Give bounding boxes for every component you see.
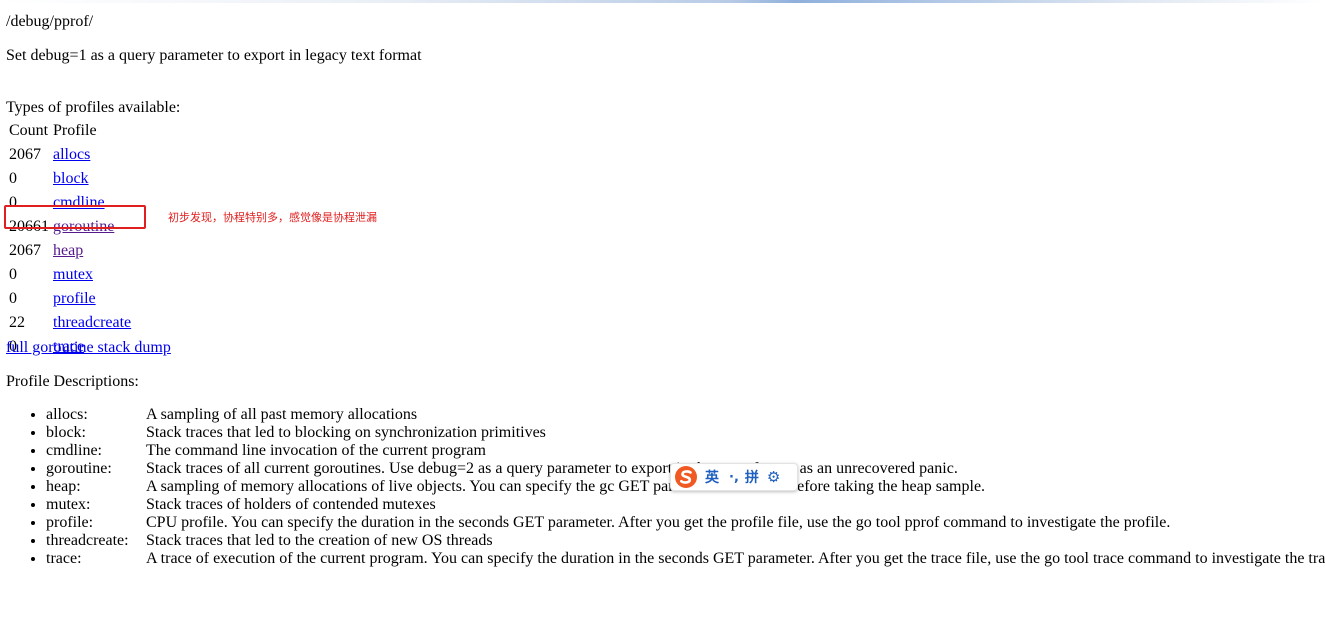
description-text: Stack traces of holders of contended mut… (146, 496, 436, 513)
profile-cell: allocs (52, 144, 132, 166)
table-row: 0 profile (8, 288, 132, 310)
description-key: mutex: (46, 496, 91, 513)
profile-count: 0 (9, 266, 17, 283)
profile-cell: block (52, 168, 132, 190)
description-key: profile: (46, 514, 94, 531)
description-key: block: (46, 424, 86, 441)
profile-link-heap[interactable]: heap (53, 242, 83, 259)
description-text: A sampling of memory allocations of live… (146, 478, 986, 495)
profile-count: 0 (9, 170, 17, 187)
profile-cell: mutex (52, 264, 132, 286)
table-row: 22 threadcreate (8, 312, 132, 334)
profile-cell: threadcreate (52, 312, 132, 334)
table-row: 0 block (8, 168, 132, 190)
gear-icon[interactable]: ⚙ (767, 468, 780, 486)
count-header: Count (9, 122, 49, 139)
profile-link-allocs[interactable]: allocs (53, 146, 90, 163)
descriptions-heading: Profile Descriptions: (6, 373, 139, 390)
goroutine-highlight-box (4, 205, 146, 229)
goroutine-stack-dump-link[interactable]: full goroutine stack dump (6, 339, 171, 356)
ime-toolbar[interactable]: 英 ·, 拼 ⚙ (670, 463, 798, 491)
ime-punctuation-toggle[interactable]: ·, (729, 470, 739, 485)
profile-cell: heap (52, 240, 132, 262)
profile-count: 0 (9, 290, 17, 307)
profile-count: 2067 (9, 146, 41, 163)
description-key: goroutine: (46, 460, 112, 477)
table-row: 0 mutex (8, 264, 132, 286)
profile-count: 2067 (9, 242, 41, 259)
list-item: cmdline: The command line invocation of t… (46, 442, 1325, 460)
description-text: Stack traces that led to blocking on syn… (146, 424, 546, 441)
description-key: allocs: (46, 406, 88, 423)
legacy-format-note: Set debug=1 as a query parameter to expo… (6, 47, 422, 64)
profile-link-threadcreate[interactable]: threadcreate (53, 314, 131, 331)
profile-descriptions-list: allocs: A sampling of all past memory all… (6, 406, 1325, 568)
ime-language-toggle[interactable]: 英 (705, 467, 719, 487)
sogou-logo-icon[interactable] (673, 464, 699, 490)
profile-cell: profile (52, 288, 132, 310)
description-text: The command line invocation of the curre… (146, 442, 486, 459)
description-key: trace: (46, 550, 82, 567)
goroutine-leak-annotation: 初步发现，协程特别多，感觉像是协程泄漏 (168, 211, 377, 224)
types-heading: Types of profiles available: (6, 99, 181, 116)
description-text: CPU profile. You can specify the duratio… (146, 514, 1171, 531)
list-item: block: Stack traces that led to blocking … (46, 424, 1325, 442)
ime-pinyin-mode[interactable]: 拼 (745, 467, 759, 487)
table-row: 2067 allocs (8, 144, 132, 166)
page-title: /debug/pprof/ (6, 13, 94, 30)
profile-link-profile[interactable]: profile (53, 290, 96, 307)
description-key: heap: (46, 478, 81, 495)
description-key: cmdline: (46, 442, 102, 459)
list-item: allocs: A sampling of all past memory all… (46, 406, 1325, 424)
description-key: threadcreate: (46, 532, 129, 549)
list-item: mutex: Stack traces of holders of contend… (46, 496, 1325, 514)
description-text: A trace of execution of the current prog… (146, 550, 1325, 567)
profile-link-mutex[interactable]: mutex (53, 266, 93, 283)
profile-header: Profile (53, 122, 97, 139)
list-item: profile: CPU profile. You can specify the… (46, 514, 1325, 532)
browser-top-edge (0, 0, 1325, 3)
table-row: 2067 heap (8, 240, 132, 262)
table-header-row: Count Profile (8, 120, 132, 142)
profile-count: 22 (9, 314, 25, 331)
profiles-table: Count Profile 2067 allocs 0 block 0 cmdl… (6, 118, 134, 360)
description-text: Stack traces of all current goroutines. … (146, 460, 958, 477)
list-item: trace: A trace of execution of the curren… (46, 550, 1325, 568)
description-text: A sampling of all past memory allocation… (146, 406, 418, 423)
list-item: threadcreate: Stack traces that led to th… (46, 532, 1325, 550)
description-text: Stack traces that led to the creation of… (146, 532, 493, 549)
profile-link-block[interactable]: block (53, 170, 89, 187)
